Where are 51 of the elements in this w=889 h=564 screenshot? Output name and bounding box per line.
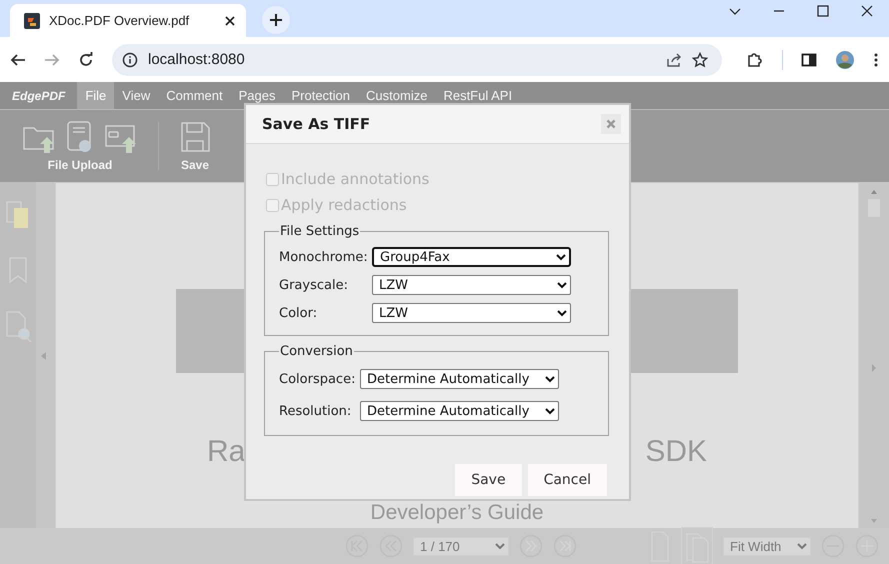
toolbar-label: File Upload: [48, 158, 112, 172]
brand-name: EdgePDF: [11, 88, 66, 104]
dialog-button[interactable]: Cancel: [528, 464, 607, 496]
close-button[interactable]: [601, 114, 621, 134]
share-icon[interactable]: [666, 52, 682, 68]
dialog-title: Save As TIFF: [262, 115, 370, 133]
maximize-icon[interactable]: [816, 4, 830, 18]
dropdown[interactable]: Determine Automatically: [360, 369, 559, 389]
forward-icon[interactable]: [44, 52, 60, 68]
dialog-button[interactable]: Save: [455, 464, 522, 496]
back-icon[interactable]: [10, 52, 26, 68]
reload-icon[interactable]: [78, 52, 94, 68]
avatar-icon[interactable]: [835, 50, 855, 70]
browser-tab[interactable]: XDoc.PDF Overview.pdf: [10, 4, 246, 37]
checkbox-label: Include annotations: [281, 170, 430, 188]
scroll-up-icon[interactable]: [870, 189, 878, 195]
close-icon[interactable]: [224, 14, 236, 26]
field-label: Color:: [279, 306, 318, 320]
caret-left-icon[interactable]: [40, 350, 48, 360]
sidebar-icon[interactable]: [801, 52, 817, 68]
address-bar[interactable]: localhost:8080: [112, 44, 722, 76]
field-label: Resolution:: [279, 404, 352, 418]
more-icon[interactable]: [873, 52, 879, 68]
new-tab-button[interactable]: [262, 6, 290, 34]
document-title: SDK: [645, 435, 707, 469]
group-title: File Settings: [279, 224, 360, 239]
close-icon: [606, 119, 616, 129]
checkbox-label: Apply redactions: [281, 196, 407, 214]
star-icon[interactable]: [692, 52, 708, 68]
plus-icon: [269, 13, 283, 27]
url-text: localhost:8080: [148, 51, 245, 68]
field-label: Monochrome:: [279, 250, 369, 264]
tab-title: XDoc.PDF Overview.pdf: [49, 13, 190, 28]
close-icon[interactable]: [860, 4, 874, 18]
info-icon[interactable]: [122, 52, 138, 68]
dropdown[interactable]: Determine Automatically: [360, 401, 559, 421]
document-subtitle: Developer’s Guide: [370, 501, 544, 525]
field-label: Colorspace:: [279, 372, 356, 386]
dropdown[interactable]: LZW: [372, 275, 571, 295]
field-label: Grayscale:: [279, 278, 349, 292]
scroll-down-icon[interactable]: [870, 518, 878, 524]
group-title: Conversion: [279, 344, 354, 359]
toolbar-label: Save: [180, 158, 210, 172]
dropdown[interactable]: Group4Fax: [372, 247, 571, 267]
caret-right-icon[interactable]: [871, 362, 877, 372]
app-logo-icon: [24, 12, 40, 28]
search-document-icon[interactable]: [4, 310, 32, 342]
pages-icon[interactable]: [5, 200, 31, 230]
document-title: Ra: [207, 435, 246, 469]
puzzle-icon[interactable]: [746, 50, 764, 68]
dropdown[interactable]: LZW: [372, 303, 571, 323]
